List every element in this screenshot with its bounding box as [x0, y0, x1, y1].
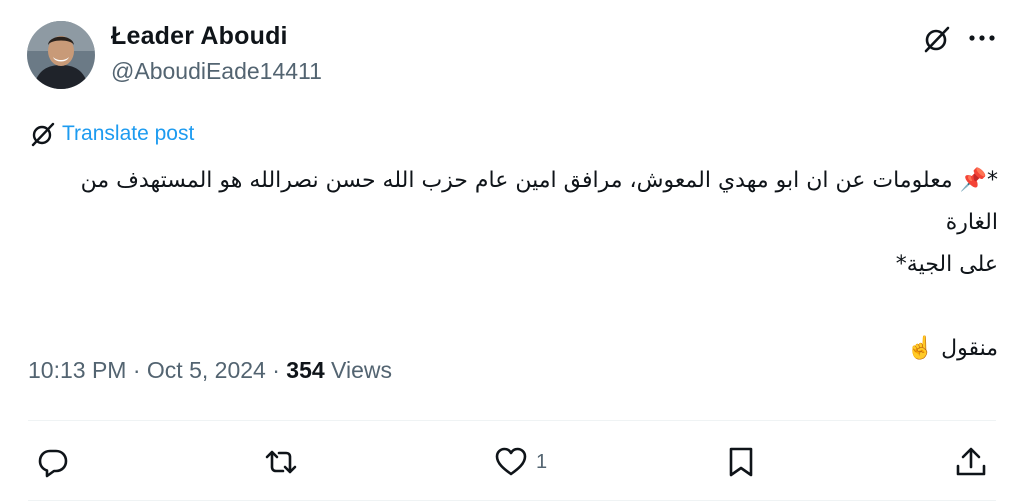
- meta-separator: ·: [126, 357, 147, 383]
- post-line-2: على الجية*: [895, 252, 998, 277]
- action-bar: 1: [28, 440, 996, 484]
- post-line-1: *📌 معلومات عن ان ابو مهدي المعوش، مرافق …: [80, 168, 998, 235]
- author-handle[interactable]: @AboudiEade14411: [111, 58, 322, 85]
- like-count: 1: [536, 450, 548, 473]
- profile-photo-icon: [27, 21, 95, 89]
- reply-icon: [38, 449, 68, 478]
- post-meta: 10:13 PM · Oct 5, 2024 · 354 Views: [28, 357, 392, 384]
- more-icon[interactable]: [966, 22, 998, 54]
- post-date[interactable]: Oct 5, 2024: [147, 357, 266, 383]
- avatar[interactable]: [27, 21, 95, 89]
- translate-label: Translate post: [62, 122, 195, 145]
- meta-separator: ·: [265, 357, 287, 383]
- divider: [28, 420, 996, 421]
- bookmark-button[interactable]: [724, 440, 758, 484]
- views-count: 354: [286, 357, 325, 383]
- translate-post-link[interactable]: Translate post: [30, 120, 194, 148]
- share-icon: [956, 447, 986, 476]
- like-button[interactable]: 1: [494, 440, 547, 484]
- repost-button[interactable]: [264, 440, 298, 484]
- post-text: *📌 معلومات عن ان ابو مهدي المعوش، مرافق …: [30, 160, 998, 370]
- views-label: Views: [324, 357, 392, 383]
- heart-icon: [495, 447, 527, 476]
- author-name[interactable]: Łeader Aboudi: [111, 22, 288, 51]
- reply-button[interactable]: [36, 440, 70, 484]
- grok-icon[interactable]: [922, 24, 952, 54]
- repost-icon: [265, 450, 297, 474]
- share-button[interactable]: [954, 440, 988, 484]
- grok-icon: [31, 122, 55, 147]
- bookmark-icon: [729, 447, 753, 477]
- post-time[interactable]: 10:13 PM: [28, 357, 126, 383]
- divider: [28, 500, 996, 501]
